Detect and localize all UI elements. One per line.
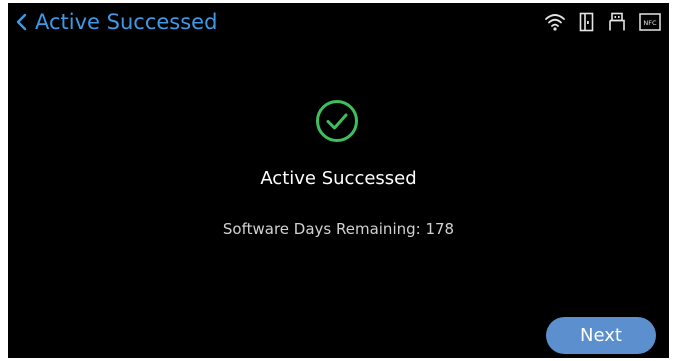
- header-title: Active Successed: [35, 10, 218, 34]
- wifi-icon: [545, 14, 565, 31]
- status-title: Active Successed: [260, 168, 417, 189]
- chevron-left-icon[interactable]: [14, 11, 30, 33]
- screen: Active Successed NFC Active Successed So…: [8, 3, 669, 358]
- back-button[interactable]: Active Successed: [14, 7, 217, 37]
- nfc-icon: NFC: [639, 13, 661, 31]
- nfc-label: NFC: [643, 19, 657, 27]
- check-circle-icon: [316, 100, 358, 142]
- door-icon: [579, 12, 594, 32]
- usb-icon: [609, 12, 625, 31]
- next-button[interactable]: Next: [546, 317, 656, 354]
- status-icons: NFC: [544, 12, 661, 32]
- days-remaining-text: Software Days Remaining: 178: [222, 220, 455, 238]
- header: Active Successed NFC: [8, 3, 669, 41]
